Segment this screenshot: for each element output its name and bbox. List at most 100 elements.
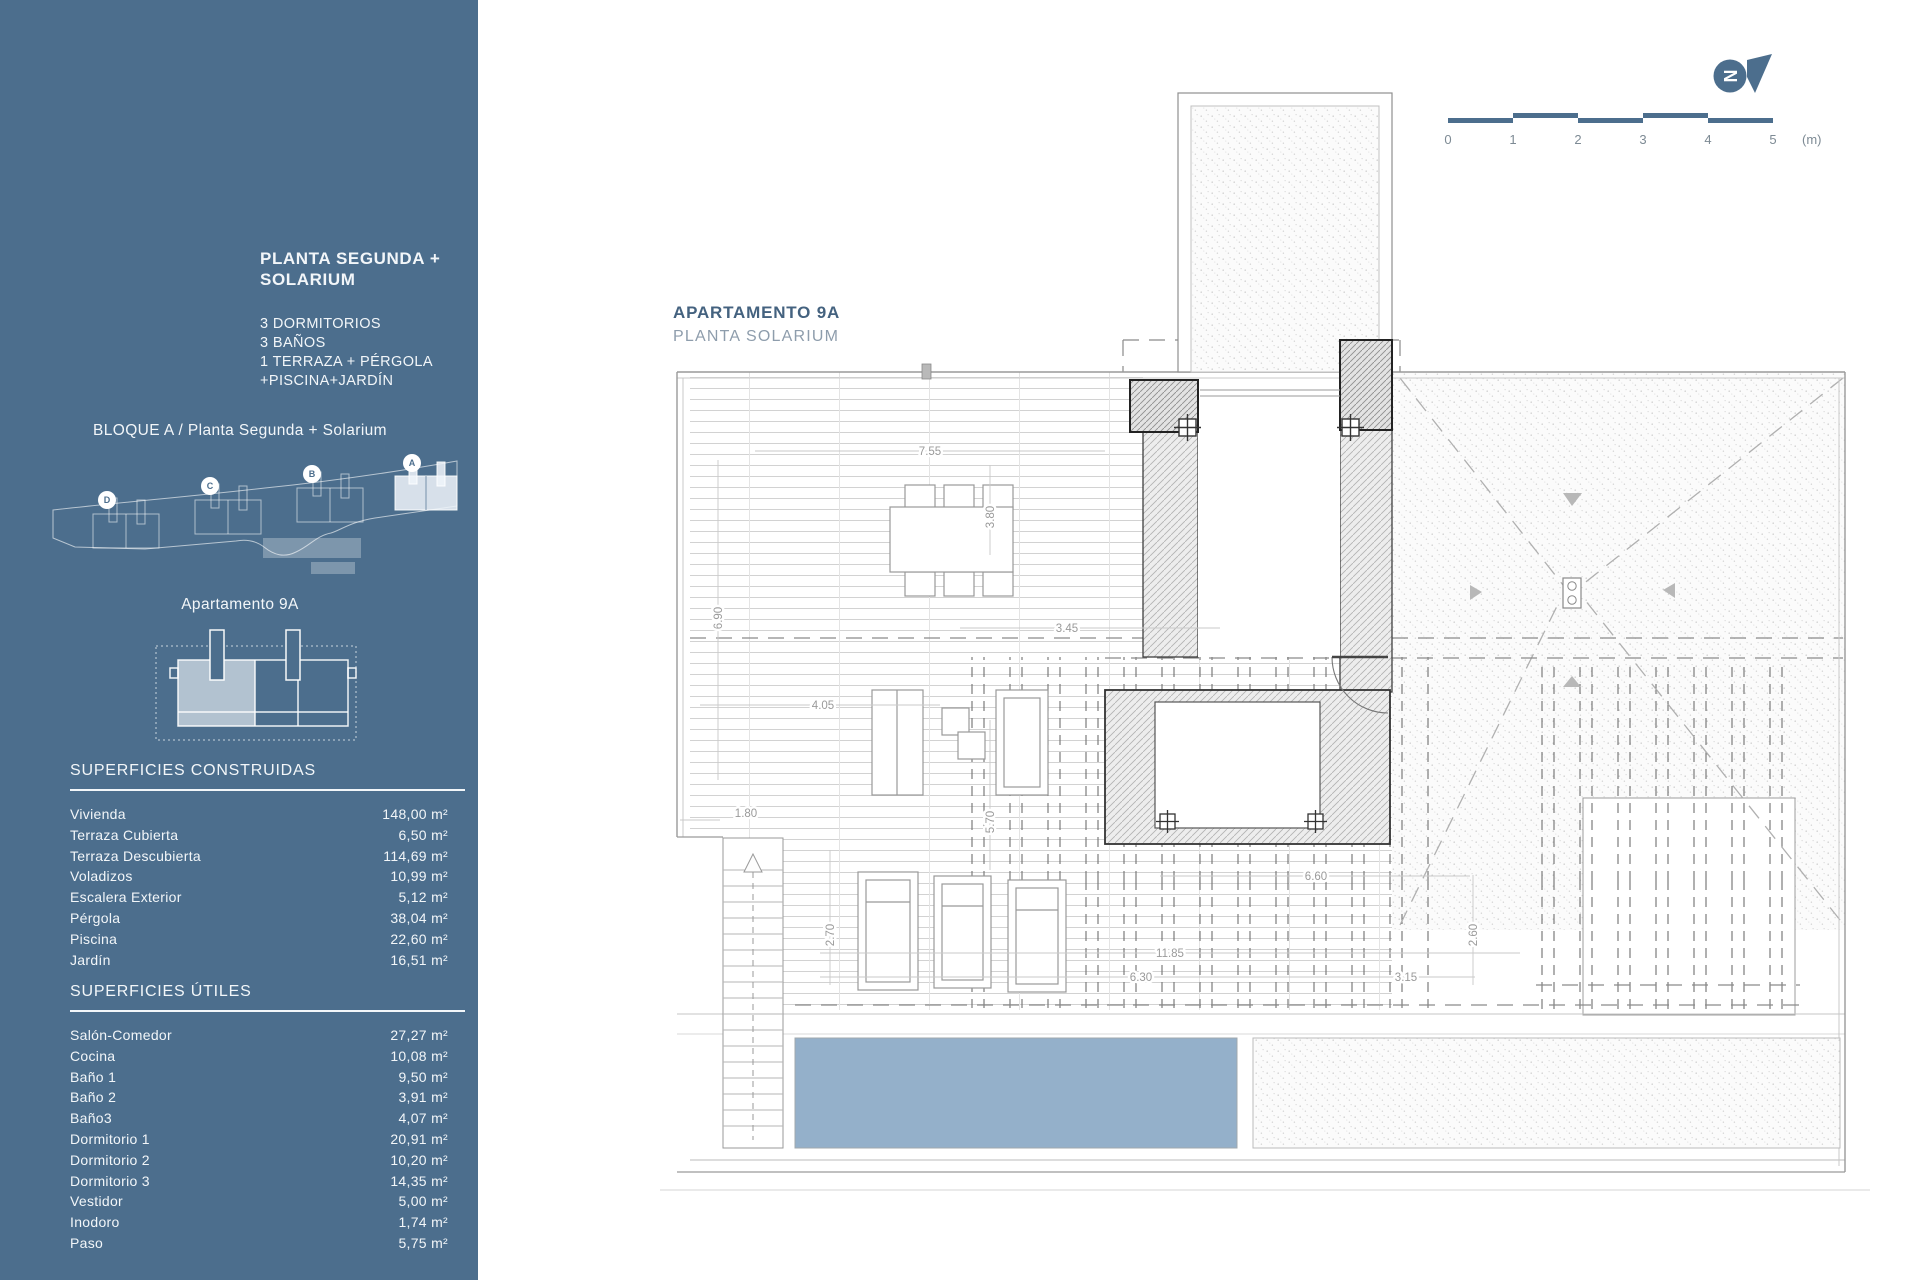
dim-label: 6.30 <box>1130 972 1152 984</box>
railing-post <box>922 364 931 379</box>
row-label: Escalera Exterior <box>70 887 182 908</box>
section-construidas: SUPERFICIES CONSTRUIDAS Vivienda 148,00 m… <box>70 762 465 970</box>
table-row: Salón-Comedor 27,27 m² <box>70 1025 448 1046</box>
table-row: Baño 1 9,50 m² <box>70 1067 448 1088</box>
dim-label: 6.90 <box>713 607 725 629</box>
table-row: Terraza Descubierta114,69 m² <box>70 846 448 867</box>
row-value: 1,74 m² <box>398 1212 448 1233</box>
dim-label: 4.05 <box>812 700 834 712</box>
side-table <box>958 732 985 759</box>
table-row: Piscina 22,60 m² <box>70 929 448 950</box>
row-value: 14,35 m² <box>390 1171 448 1192</box>
info-sidebar: PLANTA SEGUNDA + SOLARIUM 3 DORMITORIOS … <box>0 0 478 1280</box>
row-value: 4,07 m² <box>398 1108 448 1129</box>
row-value: 20,91 m² <box>390 1129 448 1150</box>
garden-bed <box>1253 1038 1840 1148</box>
row-label: Paso <box>70 1233 103 1254</box>
row-label: Dormitorio 2 <box>70 1150 150 1171</box>
table-row: Dormitorio 120,91 m² <box>70 1129 448 1150</box>
core-walls <box>1130 340 1392 692</box>
planter <box>872 690 923 795</box>
stair-tower <box>1178 93 1392 372</box>
row-value: 5,12 m² <box>398 887 448 908</box>
row-value: 5,00 m² <box>398 1191 448 1212</box>
section-utiles: SUPERFICIES ÚTILES Salón-Comedor 27,27 m²… <box>70 983 465 1254</box>
row-value: 38,04 m² <box>390 908 448 929</box>
site-label-a: A <box>409 458 416 468</box>
table-row: Dormitorio 3 14,35 m² <box>70 1171 448 1192</box>
apartment-caption: Apartamento 9A <box>30 596 450 614</box>
table-row: Baño3 4,07 m² <box>70 1108 448 1129</box>
row-value: 6,50 m² <box>398 825 448 846</box>
table-row: Paso 5,75 m² <box>70 1233 448 1254</box>
site-label-d: D <box>104 495 111 505</box>
row-value: 27,27 m² <box>390 1025 448 1046</box>
site-plan-diagram: D C B A <box>45 448 460 586</box>
row-label: Baño 2 <box>70 1087 116 1108</box>
dim-label: 7.55 <box>919 446 941 458</box>
row-label: Baño3 <box>70 1108 112 1129</box>
table-row: Terraza Cubierta 6,50 m² <box>70 825 448 846</box>
table-row: Voladizos10,99 m² <box>70 866 448 887</box>
row-label: Terraza Cubierta <box>70 825 178 846</box>
core-lower-block <box>1105 690 1390 844</box>
site-pool-deck-2 <box>311 562 355 574</box>
dim-label: 5.70 <box>985 811 997 833</box>
dim-label: 3.15 <box>1395 972 1417 984</box>
row-label: Baño 1 <box>70 1067 116 1088</box>
row-label: Vivienda <box>70 804 126 825</box>
sun-lounger <box>1008 880 1066 992</box>
feature-list: 3 DORMITORIOS 3 BAÑOS 1 TERRAZA + PÉRGOL… <box>260 315 433 391</box>
construidas-heading: SUPERFICIES CONSTRUIDAS <box>70 762 465 791</box>
sheet-title: PLANTA SEGUNDA + SOLARIUM <box>260 248 440 290</box>
site-label-b: B <box>309 469 316 479</box>
sun-lounger <box>934 876 991 988</box>
dim-label: 1.80 <box>735 808 757 820</box>
table-row: Escalera Exterior 5,12 m² <box>70 887 448 908</box>
block-caption: BLOQUE A / Planta Segunda + Solarium <box>30 422 450 440</box>
dim-label: 2.60 <box>1468 924 1480 946</box>
swimming-pool <box>795 1038 1237 1148</box>
row-label: Piscina <box>70 929 117 950</box>
exterior-staircase <box>723 838 783 1148</box>
row-value: 22,60 m² <box>390 929 448 950</box>
table-row: Baño 2 3,91 m² <box>70 1087 448 1108</box>
dim-label: 6.60 <box>1305 871 1327 883</box>
row-label: Salón-Comedor <box>70 1025 172 1046</box>
row-value: 114,69 m² <box>383 846 448 867</box>
sheet-title-line2: SOLARIUM <box>260 269 440 290</box>
row-label: Dormitorio 3 <box>70 1171 150 1192</box>
site-label-c: C <box>207 481 214 491</box>
row-value: 16,51 m² <box>390 950 448 971</box>
roof-drain <box>1563 578 1581 608</box>
row-value: 9,50 m² <box>398 1067 448 1088</box>
side-table <box>942 708 969 735</box>
table-row: Dormitorio 2 10,20 m² <box>70 1150 448 1171</box>
table-row: Inodoro1,74 m² <box>70 1212 448 1233</box>
unit-plan-diagram <box>150 626 365 748</box>
dim-label: 11.85 <box>1156 948 1184 960</box>
feature-baths: 3 BAÑOS <box>260 334 433 353</box>
pergola-slats-right <box>1536 660 1800 1010</box>
table-row: Cocina 10,08 m² <box>70 1046 448 1067</box>
dim-label: 2.70 <box>825 924 837 946</box>
row-value: 5,75 m² <box>398 1233 448 1254</box>
table-row: Jardín16,51 m² <box>70 950 448 971</box>
sun-lounger <box>858 872 918 990</box>
feature-bedrooms: 3 DORMITORIOS <box>260 315 433 334</box>
table-row: Vivienda 148,00 m² <box>70 804 448 825</box>
row-label: Pérgola <box>70 908 120 929</box>
row-value: 3,91 m² <box>398 1087 448 1108</box>
void-left-of-stairs <box>677 837 723 1178</box>
table-row: Vestidor5,00 m² <box>70 1191 448 1212</box>
row-value: 10,99 m² <box>390 866 448 887</box>
row-label: Cocina <box>70 1046 115 1067</box>
utiles-heading: SUPERFICIES ÚTILES <box>70 983 465 1012</box>
row-value: 10,08 m² <box>390 1046 448 1067</box>
sun-lounger <box>996 690 1048 795</box>
feature-terrace: 1 TERRAZA + PÉRGOLA <box>260 353 433 372</box>
row-value: 10,20 m² <box>390 1150 448 1171</box>
feature-pool-garden: +PISCINA+JARDÍN <box>260 372 433 391</box>
row-value: 148,00 m² <box>382 804 448 825</box>
dim-label: 3.80 <box>985 506 997 528</box>
